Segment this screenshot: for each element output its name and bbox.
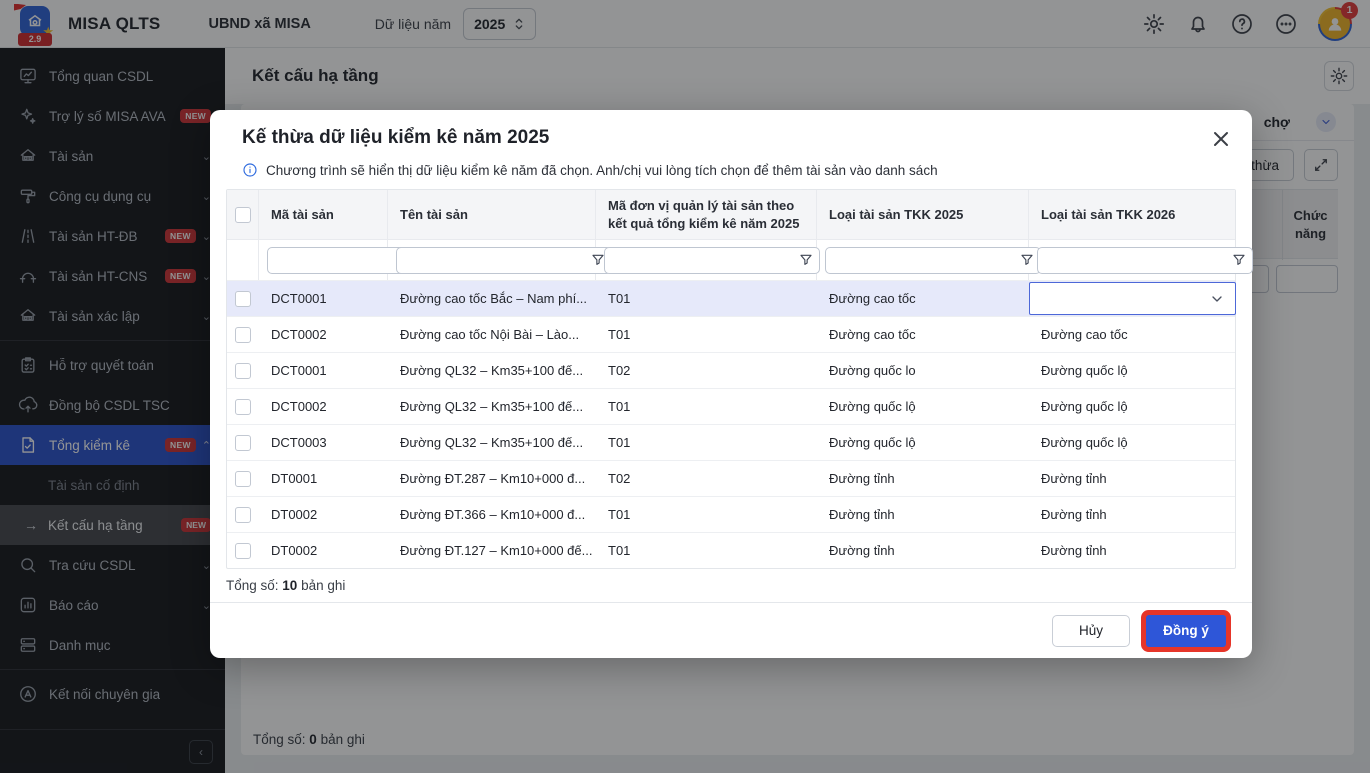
cell-asset-name: Đường ĐT.127 – Km10+000 đế... [400,543,593,559]
cell-asset-name: Đường QL32 – Km35+100 đế... [400,399,584,415]
cell-type-2025: Đường quốc lo [829,363,916,379]
cell-asset-code: DCT0003 [271,435,327,451]
cell-type-2025: Đường tỉnh [829,507,895,523]
cell-asset-code: DT0001 [271,471,318,487]
cell-type-2025: Đường quốc lộ [829,399,916,415]
cell-unit-code: T02 [608,471,631,487]
column-header: Loại tài sản TKK 2025 [817,190,1029,240]
cell-type-2026: Đường tỉnh [1041,543,1107,559]
cell-asset-name: Đường ĐT.287 – Km10+000 đ... [400,471,586,487]
table-row: DT0002 Đường ĐT.127 – Km10+000 đế... T01 Đư… [227,532,1235,568]
cell-type-2026: Đường quốc lộ [1041,399,1128,415]
inherit-data-modal: Kế thừa dữ liệu kiểm kê năm 2025 Chương … [210,110,1253,658]
table-row: DT0002 Đường ĐT.366 – Km10+000 đ... T01 Đườ… [227,496,1235,532]
column-filter-input[interactable] [605,247,793,273]
close-icon[interactable] [1208,126,1234,152]
table-row: DCT0001 Đường QL32 – Km35+100 đế... T02 Đườ… [227,352,1235,388]
cell-asset-name: Đường QL32 – Km35+100 đế... [400,435,584,451]
cancel-button[interactable]: Hủy [1052,614,1130,647]
cell-type-2025: Đường cao tốc [829,291,916,307]
type-2026-dropdown[interactable] [1029,282,1236,316]
table-row: DT0001 Đường ĐT.287 – Km10+000 đ... T02 Đườ… [227,460,1235,496]
row-checkbox[interactable] [235,290,251,307]
cell-asset-code: DT0002 [271,507,318,523]
column-filter-input[interactable] [826,247,1014,273]
cell-type-2025: Đường cao tốc [829,327,916,343]
row-checkbox[interactable] [235,434,251,451]
column-header: Loại tài sản TKK 2026 [1041,206,1176,222]
filter-funnel-icon[interactable] [1226,248,1252,273]
cell-asset-name: Đường ĐT.366 – Km10+000 đ... [400,507,586,523]
table-row: DCT0002 Đường cao tốc Nội Bài – Lào... T01… [227,316,1235,352]
cell-unit-code: T01 [608,291,631,307]
cell-asset-name: Đường QL32 – Km35+100 đế... [400,363,584,379]
inherit-table: Mã tài sản Tên tài sản Mã đơn vị quản lý t… [226,189,1253,570]
cell-unit-code: T01 [608,543,631,559]
row-checkbox[interactable] [235,542,251,559]
cell-unit-code: T01 [608,507,631,523]
row-checkbox[interactable] [235,326,251,343]
cell-asset-code: DCT0002 [271,399,327,415]
cell-type-2025: Đường tỉnh [829,543,895,559]
row-checkbox[interactable] [235,362,251,379]
cell-asset-code: DT0002 [271,543,318,559]
cell-type-2026: Đường quốc lộ [1041,435,1128,451]
modal-info-text: Chương trình sẽ hiển thị dữ liệu kiểm kê… [266,162,938,178]
cell-type-2026: Đường tỉnh [1041,507,1107,523]
filter-funnel-icon[interactable] [793,248,819,273]
cell-unit-code: T02 [608,363,631,379]
column-header: Mã đơn vị quản lý tài sản theo kết quả t… [596,190,817,240]
cell-type-2025: Đường quốc lộ [829,435,916,451]
cell-unit-code: T01 [608,327,631,343]
column-filter-input[interactable] [397,247,585,273]
cell-asset-code: DCT0002 [271,327,327,343]
info-icon [242,162,258,178]
column-header: Mã tài sản [259,190,388,240]
table-row: DCT0003 Đường QL32 – Km35+100 đế... T01 Đườ… [227,424,1235,460]
cell-asset-code: DCT0001 [271,363,327,379]
cell-asset-name: Đường cao tốc Nội Bài – Lào... [400,327,580,343]
modal-total: Tổng số: 10 bản ghi [226,578,346,594]
modal-title: Kế thừa dữ liệu kiểm kê năm 2025 [242,127,550,148]
cell-type-2026: Đường quốc lộ [1041,363,1128,379]
cell-unit-code: T01 [608,399,631,415]
cell-type-2025: Đường tỉnh [829,471,895,487]
column-filter-input[interactable] [1038,247,1226,273]
row-checkbox[interactable] [235,470,251,487]
cell-asset-name: Đường cao tốc Bắc – Nam phí... [400,291,588,307]
table-row: DCT0002 Đường QL32 – Km35+100 đế... T01 Đườ… [227,388,1235,424]
row-checkbox[interactable] [235,506,251,523]
confirm-button[interactable]: Đồng ý [1146,614,1226,647]
cell-type-2026 [1029,281,1237,316]
cell-unit-code: T01 [608,435,631,451]
select-all-checkbox[interactable] [234,206,251,223]
row-checkbox[interactable] [235,398,251,415]
column-header: Tên tài sản [388,190,596,240]
table-row: DCT0001 Đường cao tốc Bắc – Nam phí... T01… [227,280,1237,317]
cell-asset-code: DCT0001 [271,291,327,307]
cell-type-2026: Đường tỉnh [1041,471,1107,487]
cell-type-2026: Đường cao tốc [1041,327,1128,343]
